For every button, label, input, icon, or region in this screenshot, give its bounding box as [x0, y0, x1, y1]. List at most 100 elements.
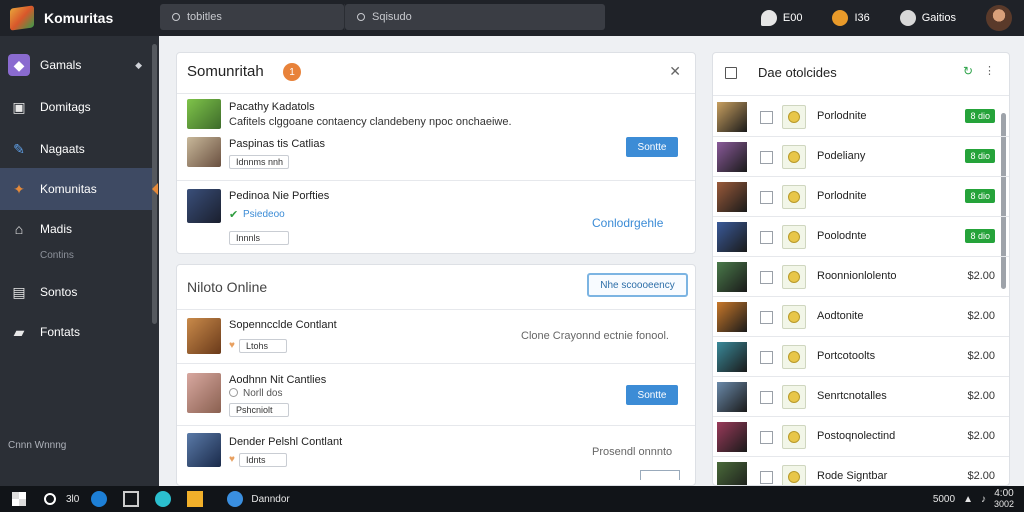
- item-thumbnail: [717, 222, 747, 252]
- discount-badge: 8 dio: [965, 149, 995, 163]
- item-checkbox[interactable]: [760, 431, 773, 444]
- sidebar-item-community[interactable]: ✦ Komunitas: [0, 168, 158, 210]
- count-badge: 1: [283, 63, 301, 81]
- coin-stat[interactable]: I36: [832, 10, 870, 26]
- refresh-icon[interactable]: ↻: [963, 64, 973, 78]
- network-icon[interactable]: ▲: [963, 494, 973, 505]
- divider: [177, 425, 695, 426]
- chat-icon: [760, 10, 777, 26]
- item-price: $2.00: [967, 430, 995, 442]
- search-icon[interactable]: [44, 493, 56, 505]
- list-item[interactable]: Rode Signtbar $2.00: [713, 457, 1009, 485]
- search-icon: [172, 13, 180, 21]
- item-name: Senrtcnotalles: [817, 390, 887, 402]
- expand-handle[interactable]: [640, 470, 680, 480]
- tag-pill: Idnts: [239, 453, 287, 467]
- item-name: Podeliany: [817, 150, 866, 162]
- search-input-secondary[interactable]: Sqisudo: [345, 4, 605, 30]
- clock[interactable]: 4:00: [994, 488, 1013, 499]
- sidebar-item-home[interactable]: ⌂ Madis: [0, 208, 152, 250]
- search-text: tobitles: [187, 11, 222, 23]
- list-item[interactable]: Senrtcnotalles $2.00: [713, 377, 1009, 417]
- sidebar-sub-label[interactable]: Contins: [40, 250, 74, 261]
- friends-stat[interactable]: Gaitios: [899, 10, 956, 26]
- task-view-icon[interactable]: [123, 491, 140, 507]
- sidebar-item-label: Nagaats: [40, 142, 85, 156]
- divider: [177, 180, 695, 181]
- item-checkbox[interactable]: [760, 471, 773, 484]
- taskbar-app-label[interactable]: Danndor: [251, 494, 289, 505]
- row-title: Dender Pelshl Contlant: [229, 436, 343, 448]
- sidebar-item-label: Madis: [40, 222, 73, 236]
- item-name: Poolodnte: [817, 230, 867, 242]
- list-item[interactable]: Postoqnolectind $2.00: [713, 417, 1009, 457]
- browser-icon[interactable]: [91, 491, 108, 507]
- item-checkbox[interactable]: [760, 191, 773, 204]
- sidebar-item-stats[interactable]: ▤ Sontos: [0, 271, 152, 313]
- action-link[interactable]: Conlodrgehle: [592, 216, 663, 230]
- row-title: Sopenncclde Contlant: [229, 319, 337, 331]
- game-thumbnail: [187, 137, 221, 167]
- list-item[interactable]: Portcotoolts $2.00: [713, 337, 1009, 377]
- app-logo: [10, 5, 34, 31]
- action-button[interactable]: Sontte: [626, 385, 678, 405]
- discount-badge: 8 dio: [965, 109, 995, 123]
- start-icon[interactable]: [12, 492, 26, 506]
- online-card: Niloto Online Nhe scoooeency Sopenncclde…: [176, 264, 696, 486]
- date[interactable]: 3002: [994, 499, 1014, 510]
- sidebar-item-games[interactable]: ◆ Gamals ◆: [0, 44, 152, 86]
- app-title: Komuritas: [44, 10, 114, 26]
- list-item[interactable]: Roonnionlolento $2.00: [713, 257, 1009, 297]
- list-item[interactable]: Aodtonite $2.00: [713, 297, 1009, 337]
- item-checkbox[interactable]: [760, 311, 773, 324]
- sidebar-item-library[interactable]: ✎ Nagaats: [0, 128, 152, 170]
- coin-count: I36: [854, 12, 870, 24]
- file-explorer-icon[interactable]: [187, 491, 204, 507]
- item-checkbox[interactable]: [760, 271, 773, 284]
- search-input[interactable]: tobitles: [160, 4, 344, 30]
- coin-icon: [782, 465, 806, 485]
- sidebar-item-folder[interactable]: ▰ Fontats: [0, 311, 152, 353]
- item-name: Rode Signtbar: [817, 470, 888, 482]
- discount-badge: 8 dio: [965, 229, 995, 243]
- coin-icon: [782, 265, 806, 289]
- edge-icon[interactable]: [155, 491, 172, 507]
- games-icon: ◆: [8, 54, 30, 76]
- volume-icon[interactable]: ♪: [981, 494, 986, 505]
- item-price: $2.00: [967, 270, 995, 282]
- coin-icon: [782, 105, 806, 129]
- list-item[interactable]: Porlodnite 8 dio: [713, 97, 1009, 137]
- list-item[interactable]: Porlodnite 8 dio: [713, 177, 1009, 217]
- app-icon[interactable]: [227, 491, 244, 507]
- card-title: Niloto Online: [187, 279, 268, 295]
- sidebar-footer: Cnnn Wnnng: [8, 440, 67, 451]
- sidebar-item-store[interactable]: ▣ Domitags: [0, 86, 152, 128]
- item-checkbox[interactable]: [760, 151, 773, 164]
- chat-stat[interactable]: E00: [760, 10, 802, 26]
- item-checkbox[interactable]: [760, 231, 773, 244]
- tag-pill: Pshcniolt: [229, 403, 289, 417]
- item-thumbnail: [717, 302, 747, 332]
- sidebar-item-label: Sontos: [40, 285, 78, 299]
- more-icon[interactable]: ⋮: [984, 64, 995, 77]
- item-checkbox[interactable]: [760, 391, 773, 404]
- coin-icon: [782, 225, 806, 249]
- list-item[interactable]: Podeliany 8 dio: [713, 137, 1009, 177]
- list-item[interactable]: Poolodnte 8 dio: [713, 217, 1009, 257]
- sidebar: ◆ Gamals ◆ ▣ Domitags ✎ Nagaats ✦ Komuni…: [0, 36, 159, 486]
- item-checkbox[interactable]: [760, 111, 773, 124]
- tray-text: 5000: [932, 493, 956, 505]
- item-thumbnail: [717, 102, 747, 132]
- intro-text: Cafitels clggoane contaency clandebeny n…: [229, 116, 512, 128]
- close-icon[interactable]: ✕: [669, 63, 681, 80]
- item-price: $2.00: [967, 390, 995, 402]
- taskbar: 3l0 Danndor 5000 ▲ ♪ 4:00 3002: [0, 486, 1024, 512]
- search-icon: [357, 13, 365, 21]
- item-checkbox[interactable]: [760, 351, 773, 364]
- action-button[interactable]: Sontte: [626, 137, 678, 157]
- header-button[interactable]: Nhe scoooeency: [587, 273, 688, 297]
- row-note: Clone Crayonnd ectnie fonool.: [521, 330, 669, 342]
- avatar[interactable]: [986, 5, 1012, 31]
- divider: [177, 363, 695, 364]
- coin-icon: [782, 425, 806, 449]
